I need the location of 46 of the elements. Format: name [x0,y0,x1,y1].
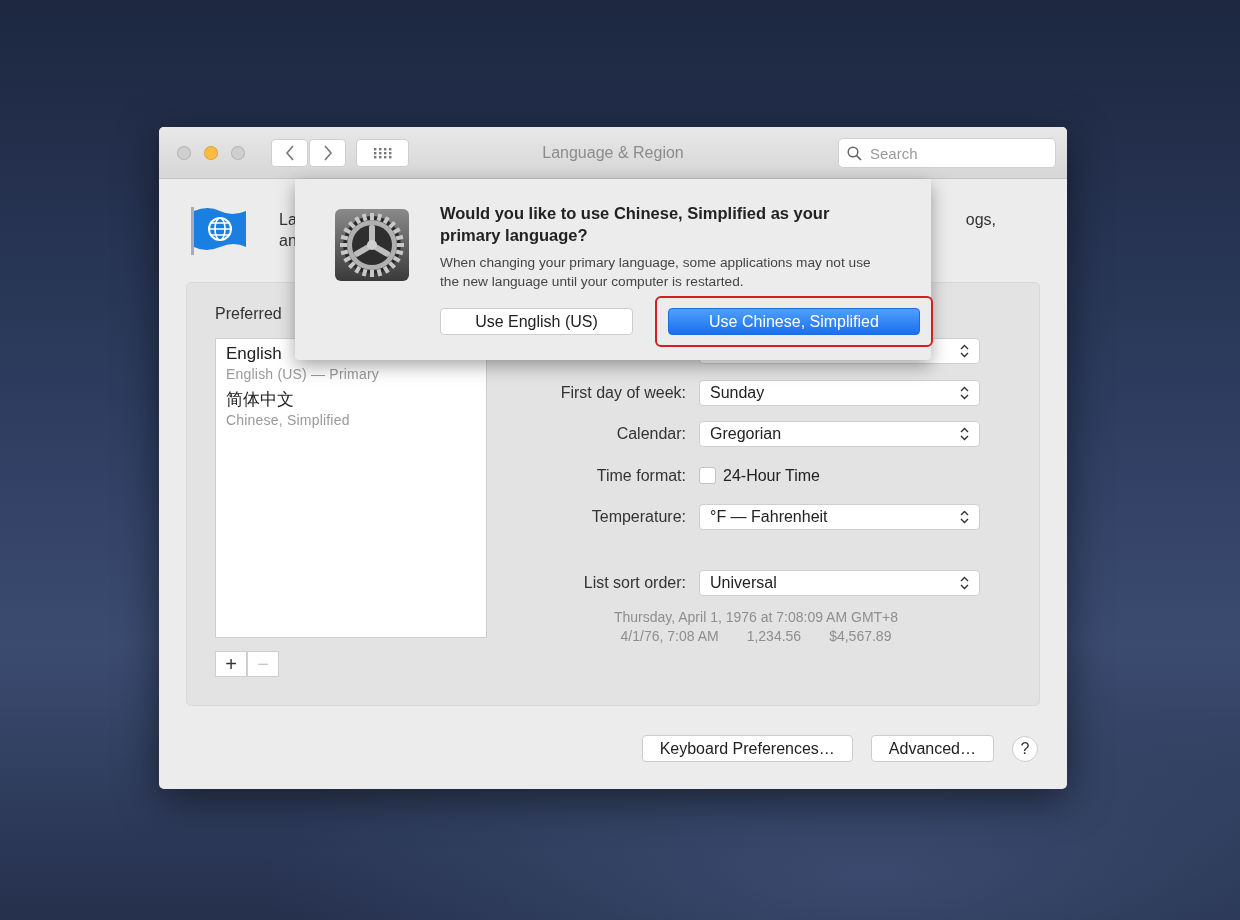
setting-label: Temperature: [590,508,686,527]
sample-date-text: Thursday, April 1, 1976 at 7:08:09 AM GMT+8 [613,607,899,627]
language-detail: English (US) — Primary [226,365,380,383]
show-all-button[interactable] [356,138,409,167]
help-button[interactable]: ? [1012,735,1038,762]
popup-menu[interactable]: °F — Fahrenheit [699,504,980,531]
updown-arrows-icon [960,576,969,591]
add-button[interactable]: + [215,651,247,677]
description-text: ogs, [965,210,996,230]
setting-label: List sort order: [582,574,686,593]
forward-button[interactable] [309,138,346,167]
sample-format-text: 1,234.56 [746,626,802,646]
popup-menu[interactable]: Universal [699,570,980,597]
setting-label: Calendar: [615,425,686,444]
dot-grid-icon [372,146,393,159]
alert-title: Would you like to use Chinese, Simplified as your primary language? [440,203,831,246]
chevron-right-icon [322,144,333,161]
alert-button[interactable]: Use English (US) [440,308,633,335]
footer-button[interactable]: Keyboard Preferences… [641,735,853,762]
search-field[interactable]: Search [838,138,1056,168]
updown-arrows-icon [960,385,969,400]
updown-arrows-icon [960,510,969,525]
back-button[interactable] [271,138,308,167]
chevron-left-icon [284,144,295,161]
zoom-button[interactable] [231,145,245,160]
sample-format-text: 4/1/76, 7:08 AM [620,626,719,646]
alert-button[interactable]: Use Chinese, Simplified [668,308,920,335]
sample-format-text: $4,567.89 [829,626,892,646]
popup-menu[interactable]: Sunday [699,379,980,406]
checkbox[interactable] [699,467,716,485]
gear-icon [334,208,410,282]
search-icon [847,146,862,161]
close-button[interactable] [177,145,191,160]
setting-label: Time format: [595,466,686,485]
language-name[interactable]: 简体中文 [226,389,476,411]
minimize-button[interactable] [204,145,218,160]
language-detail: Chinese, Simplified [226,411,351,429]
setting-label: First day of week: [559,383,686,402]
flag-globe-icon [190,205,248,257]
alert-message: When changing your primary language, some applications may not use the new language until your computer is restarted. [440,254,872,291]
updown-arrows-icon [960,344,969,358]
updown-arrows-icon [960,427,969,442]
popup-menu[interactable]: Gregorian [699,421,980,448]
window-title: Language & Region [542,143,684,162]
footer-button[interactable]: Advanced… [870,735,994,762]
checkbox-label: 24-Hour Time [723,466,820,485]
